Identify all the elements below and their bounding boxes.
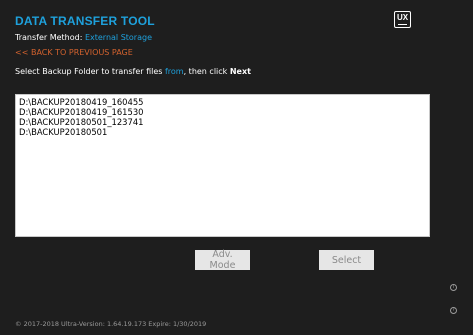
list-item[interactable]: D:\BACKUP20180419_161530	[18, 107, 427, 117]
instruction-text: Select Backup Folder to transfer files f…	[15, 67, 251, 76]
help-icon[interactable]: ?	[450, 307, 457, 314]
select-button[interactable]: Select	[319, 250, 374, 270]
transfer-method: Transfer Method: External Storage	[15, 33, 152, 42]
instruction-part1: Select Backup Folder to transfer files	[15, 67, 165, 76]
info-icon[interactable]: i	[450, 284, 457, 291]
instruction-next: Next	[229, 67, 251, 76]
adv-mode-button[interactable]: Adv. Mode	[195, 249, 250, 271]
list-item[interactable]: D:\BACKUP20180501	[18, 127, 427, 137]
instruction-from: from	[164, 67, 184, 76]
instruction-part2: , then click	[183, 67, 230, 76]
transfer-method-label: Transfer Method:	[15, 33, 85, 42]
backup-folder-list[interactable]: D:\BACKUP20180419_160455 D:\BACKUP201804…	[15, 94, 430, 237]
ux-logo-icon: UX	[394, 11, 411, 28]
list-item[interactable]: D:\BACKUP20180501_123741	[18, 117, 427, 127]
app-title: DATA TRANSFER TOOL	[15, 14, 155, 28]
logo-text: UX	[396, 13, 409, 22]
list-item[interactable]: D:\BACKUP20180419_160455	[18, 97, 427, 107]
transfer-method-value: External Storage	[84, 33, 152, 42]
footer-version: © 2017-2018 Ultra-Version: 1.64.19.173 E…	[15, 320, 207, 328]
back-link[interactable]: << BACK TO PREVIOUS PAGE	[15, 48, 133, 57]
